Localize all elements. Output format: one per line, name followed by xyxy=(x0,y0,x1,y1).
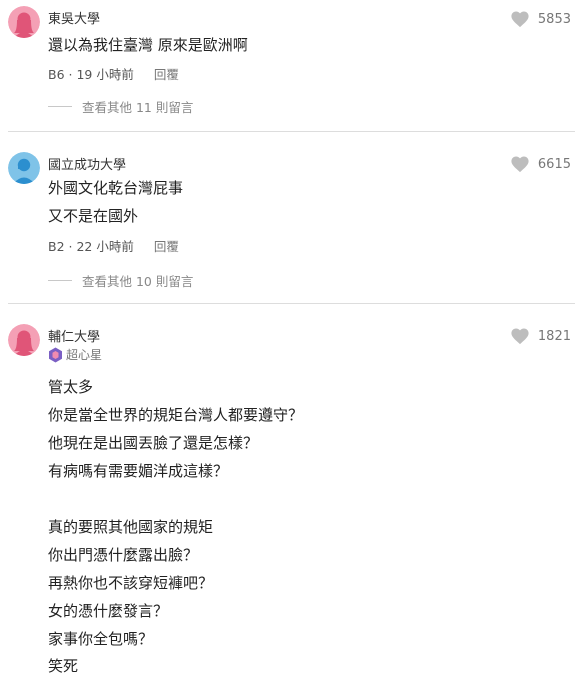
divider-dash xyxy=(48,280,72,281)
badge-label: 超心星 xyxy=(66,348,103,362)
heart-icon xyxy=(510,155,530,173)
comment-text-line: 真的要照其他國家的規矩 xyxy=(48,518,214,536)
heart-icon xyxy=(510,10,530,28)
comment-text-line: 你出門憑什麼露出臉？ xyxy=(48,546,199,564)
comment-text-line: 再熱你也不該穿短褲吧？ xyxy=(48,574,214,592)
avatar[interactable] xyxy=(8,152,40,184)
comment-text-line: 還以為我住臺灣 原來是歐洲啊 xyxy=(48,36,248,54)
comment-text-line: 外國文化乾台灣屁事 xyxy=(48,179,184,197)
comment-meta: B6 · 19 小時前 回覆 xyxy=(48,64,179,83)
user-badge: 超心星 xyxy=(48,346,102,363)
floor-and-time: B2 · 22 小時前 xyxy=(48,239,134,254)
reply-button[interactable]: 回覆 xyxy=(154,64,179,83)
like-button[interactable]: 5853 xyxy=(510,10,571,28)
comment-text-line: 你是當全世界的規矩台灣人都要遵守？ xyxy=(48,406,304,424)
comment-text-line: 女的憑什麼發言？ xyxy=(48,602,169,620)
comment-text-line: 笑死 xyxy=(48,657,79,675)
floor-and-time: B6 · 19 小時前 xyxy=(48,67,134,82)
more-replies-label: 查看其他 11 則留言 xyxy=(82,100,194,115)
like-button[interactable]: 6615 xyxy=(510,155,571,173)
heart-icon xyxy=(510,327,530,345)
school-name[interactable]: 輔仁大學 xyxy=(48,326,100,345)
comment-text-line: 又不是在國外 xyxy=(48,207,139,225)
school-name[interactable]: 國立成功大學 xyxy=(48,154,126,173)
comment-text-line: 有病嗎有需要媚洋成這樣？ xyxy=(48,462,229,480)
view-more-replies[interactable]: 查看其他 10 則留言 xyxy=(48,271,193,290)
like-count: 6615 xyxy=(537,156,571,172)
comment-divider xyxy=(8,131,575,132)
hexagon-badge-icon xyxy=(48,347,63,363)
comment-text-line: 家事你全包嗎？ xyxy=(48,630,154,648)
view-more-replies[interactable]: 查看其他 11 則留言 xyxy=(48,97,193,116)
more-replies-label: 查看其他 10 則留言 xyxy=(82,274,194,289)
divider-dash xyxy=(48,106,72,107)
comment-divider xyxy=(8,303,575,304)
school-name[interactable]: 東吳大學 xyxy=(48,8,100,27)
comment-text-line: 管太多 xyxy=(48,378,94,396)
like-count: 5853 xyxy=(537,11,571,27)
avatar[interactable] xyxy=(8,6,40,38)
comment-text-line: 他現在是出國丟臉了還是怎樣？ xyxy=(48,434,259,452)
reply-button[interactable]: 回覆 xyxy=(154,236,179,255)
like-count: 1821 xyxy=(537,328,571,344)
comment-meta: B2 · 22 小時前 回覆 xyxy=(48,236,179,255)
like-button[interactable]: 1821 xyxy=(510,327,571,345)
avatar[interactable] xyxy=(8,324,40,356)
